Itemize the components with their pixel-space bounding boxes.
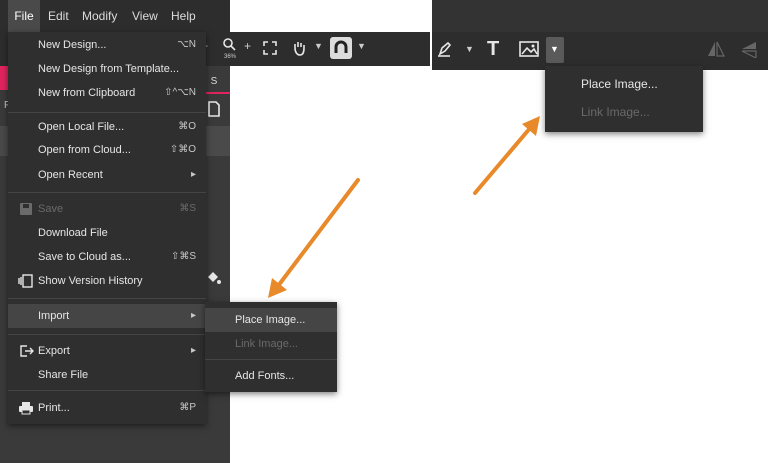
arrow-to-place-image-submenu — [268, 178, 360, 298]
arrow-to-place-image-dropdown — [473, 116, 540, 195]
annotation-arrows — [268, 116, 540, 298]
